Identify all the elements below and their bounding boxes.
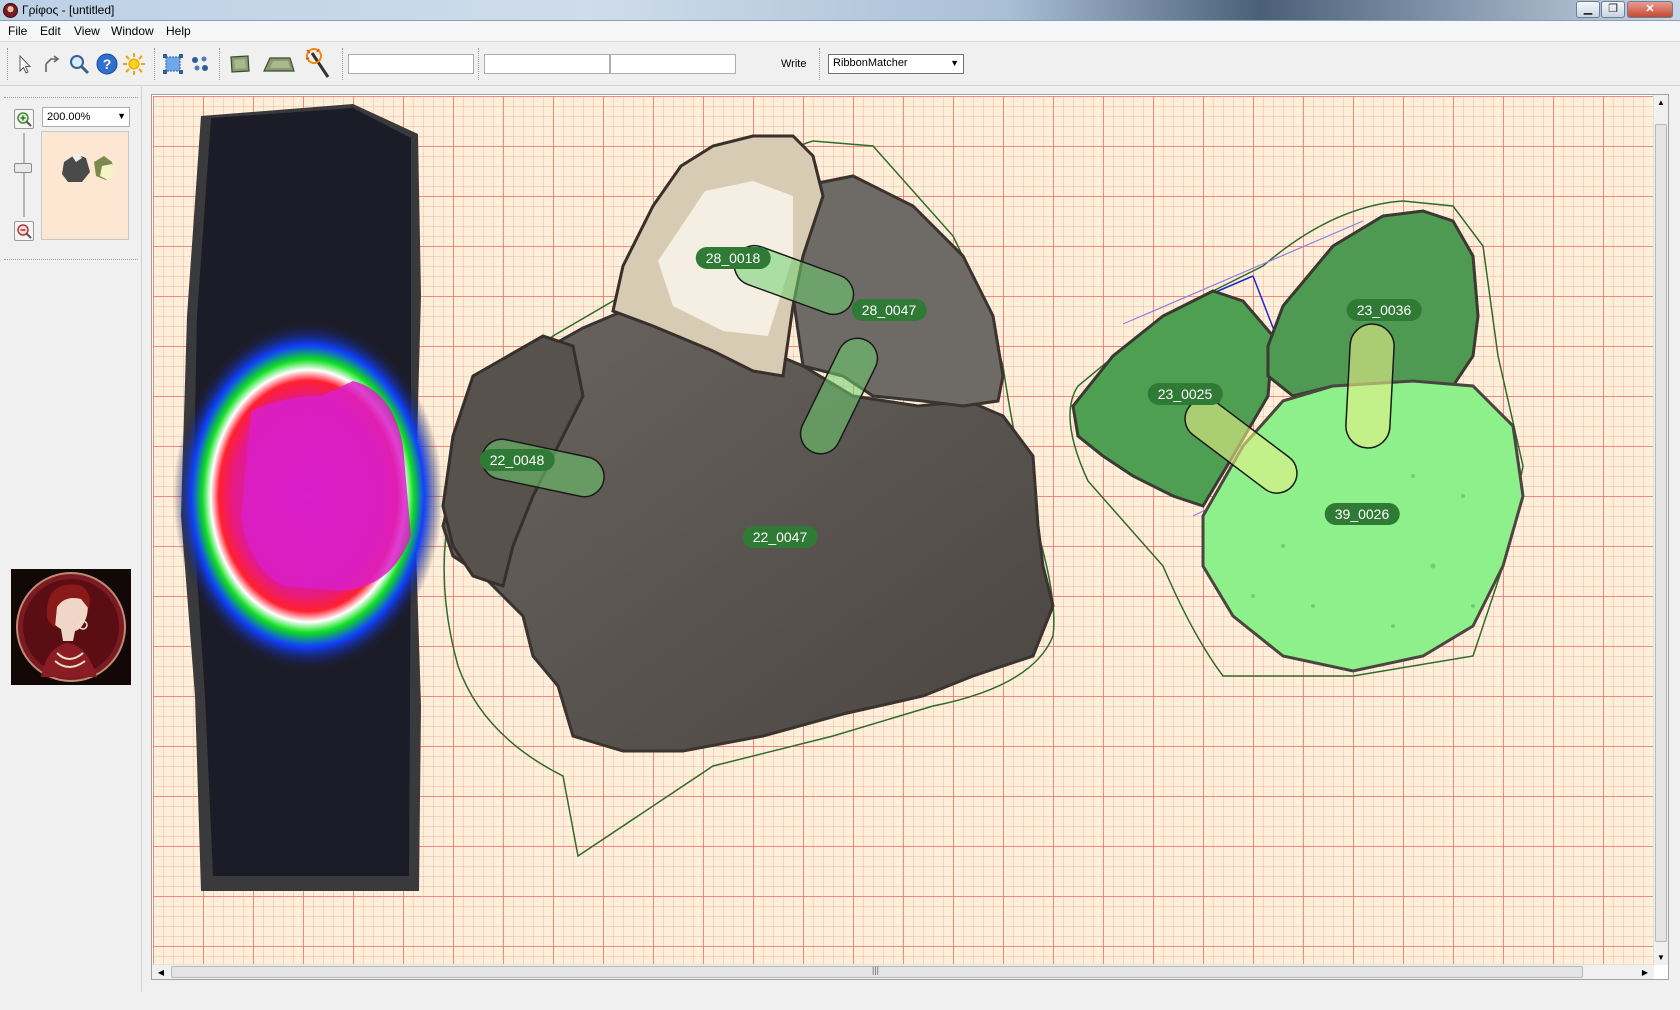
menu-view[interactable]: View [74, 24, 100, 38]
select-arrow-icon[interactable] [12, 52, 36, 76]
panel-divider [4, 97, 138, 98]
scroll-up-arrow-icon[interactable]: ▲ [1654, 95, 1668, 110]
left-panel: 200.00% ▼ [0, 87, 142, 992]
toolbar-input-2[interactable] [484, 54, 610, 74]
fragment-label[interactable]: 23_0036 [1346, 299, 1422, 321]
heatmap-fragment[interactable] [173, 104, 443, 891]
magic-wand-icon[interactable] [304, 47, 334, 79]
menu-bar: File Edit View Window Help [0, 21, 1680, 42]
minimap-fragments [62, 152, 116, 182]
zoom-slider[interactable] [14, 163, 32, 173]
matcher-select[interactable]: RibbonMatcher ▼ [828, 54, 964, 74]
chevron-down-icon: ▼ [950, 58, 959, 68]
app-logo-portrait [11, 569, 131, 685]
zoom-level-value: 200.00% [47, 111, 91, 123]
window-title: Γρίφος - [untitled] [22, 3, 115, 17]
fragment-label[interactable]: 28_0047 [851, 299, 927, 321]
fragments-layer [173, 104, 1525, 891]
vertical-scrollbar[interactable]: ▲ ▼ [1653, 95, 1668, 965]
menu-help[interactable]: Help [166, 24, 191, 38]
fragment-label[interactable]: 23_0025 [1147, 383, 1223, 405]
toolbar-separator [819, 48, 820, 80]
minimize-button[interactable]: ▁ [1576, 1, 1600, 18]
help-icon[interactable]: ? [95, 52, 119, 76]
zoom-level-select[interactable]: 200.00% ▼ [42, 107, 130, 127]
scroll-right-arrow-icon[interactable]: ▶ [1638, 965, 1652, 979]
title-bar: Γρίφος - [untitled] ▁ ❐ ✕ [0, 0, 1680, 21]
fragment-label[interactable]: 39_0026 [1324, 503, 1400, 525]
vertical-scrollbar-thumb[interactable] [1655, 124, 1667, 942]
fragment-label[interactable]: 22_0048 [479, 449, 555, 471]
fragment-label[interactable]: 28_0018 [695, 247, 771, 269]
right-fragment-group[interactable] [1069, 200, 1525, 677]
zoom-in-button[interactable] [14, 109, 34, 129]
chevron-down-icon: ▼ [117, 111, 126, 121]
menu-window[interactable]: Window [111, 24, 154, 38]
grip-icon: ||| [872, 965, 880, 975]
middle-fragment-group[interactable] [441, 134, 1055, 858]
maximize-button[interactable]: ❐ [1601, 1, 1625, 18]
zoom-out-icon [17, 224, 32, 239]
scatter-icon[interactable] [188, 52, 212, 76]
fragment-view-icon[interactable] [228, 52, 252, 76]
slab-view-icon[interactable] [262, 52, 296, 76]
toolbar-separator [478, 48, 479, 80]
zoom-out-button[interactable] [14, 221, 34, 241]
canvas-viewport[interactable]: 28_0018 28_0047 22_0048 22_0047 23_0036 … [151, 94, 1669, 980]
rotate-arrow-icon[interactable] [39, 52, 63, 76]
overview-minimap[interactable] [41, 131, 129, 240]
toolbar-separator [342, 48, 343, 80]
zoom-slider-track [23, 133, 25, 217]
select-all-icon[interactable] [161, 52, 185, 76]
horizontal-scrollbar-thumb[interactable]: ||| [171, 965, 1583, 978]
close-button[interactable]: ✕ [1627, 1, 1673, 18]
panel-divider [4, 259, 138, 260]
graph-paper-canvas[interactable]: 28_0018 28_0047 22_0048 22_0047 23_0036 … [153, 96, 1655, 964]
toolbar-separator [154, 48, 155, 80]
toolbar-grip [7, 48, 8, 80]
fragment-label[interactable]: 22_0047 [742, 526, 818, 548]
matcher-select-value: RibbonMatcher [833, 57, 908, 69]
menu-file[interactable]: File [8, 24, 27, 38]
horizontal-scrollbar[interactable]: ◀ ||| ▶ [152, 964, 1654, 979]
light-icon[interactable] [122, 52, 146, 76]
svg-text:?: ? [103, 56, 112, 72]
menu-edit[interactable]: Edit [40, 24, 61, 38]
scroll-down-arrow-icon[interactable]: ▼ [1654, 950, 1668, 965]
toolbar: ? Write RibbonMatcher ▼ [0, 42, 1680, 86]
scroll-left-arrow-icon[interactable]: ◀ [154, 965, 168, 979]
toolbar-input-1[interactable] [348, 54, 474, 74]
zoom-in-icon [17, 112, 32, 127]
toolbar-separator [219, 48, 220, 80]
magnifier-icon[interactable] [67, 52, 91, 76]
write-label[interactable]: Write [781, 58, 806, 70]
app-icon [3, 3, 18, 18]
toolbar-input-3[interactable] [610, 54, 736, 74]
